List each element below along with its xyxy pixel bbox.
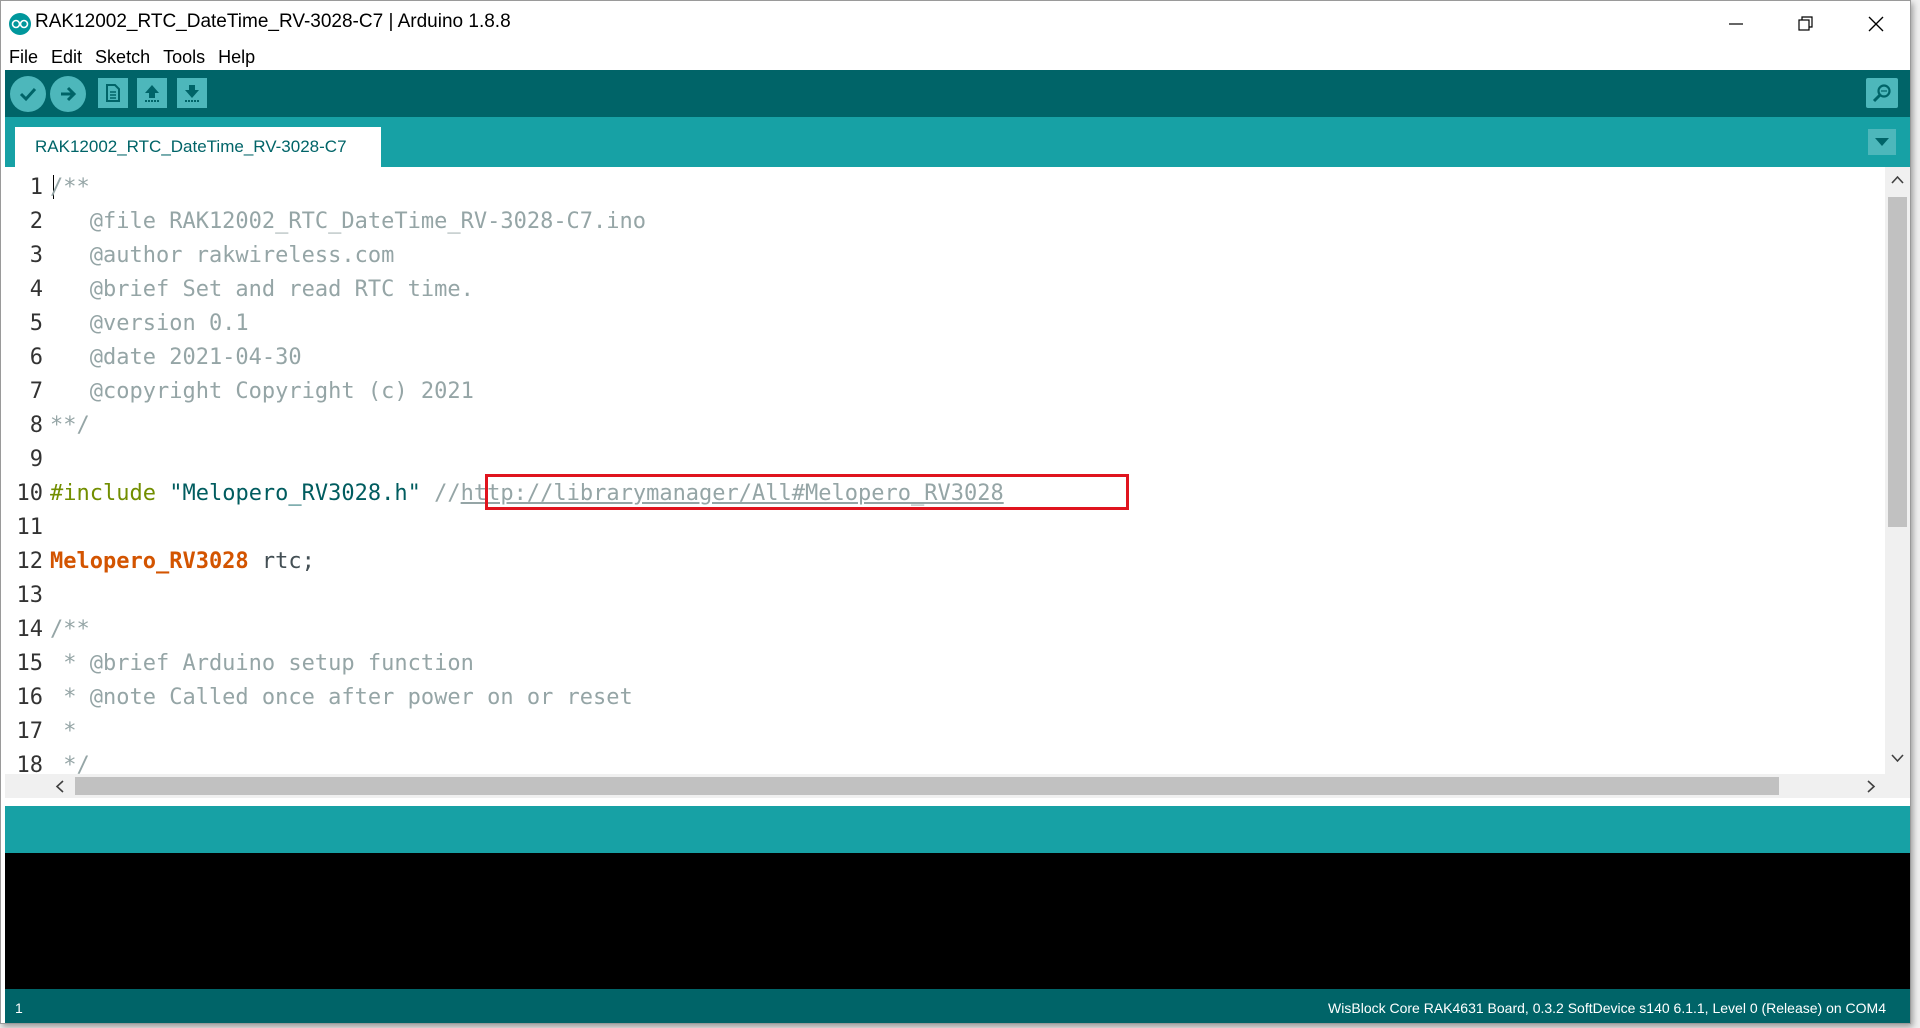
line-number: 11 — [16, 515, 44, 540]
arrow-down-icon — [185, 85, 199, 102]
code-line-18: */ — [50, 753, 90, 774]
menu-help[interactable]: Help — [214, 45, 260, 69]
line-number: 5 — [29, 311, 43, 336]
triangle-down-icon — [1875, 138, 1889, 146]
scroll-up-icon[interactable] — [1891, 175, 1904, 184]
serial-monitor-button[interactable] — [1866, 78, 1898, 108]
arrow-right-icon — [61, 86, 77, 102]
tab-sketch[interactable]: RAK12002_RTC_DateTime_RV-3028-C7 — [15, 127, 381, 167]
line-number: 4 — [29, 277, 43, 302]
code-line-1: /** — [50, 175, 90, 200]
horizontal-scroll-thumb[interactable] — [75, 777, 1779, 795]
comment-prefix: // — [434, 481, 461, 506]
verify-button[interactable] — [10, 76, 46, 112]
line-number: 6 — [29, 345, 43, 370]
title-bar: RAK12002_RTC_DateTime_RV-3028-C7 | Ardui… — [1, 1, 1910, 45]
restore-button[interactable] — [1771, 1, 1841, 45]
console-output[interactable] — [5, 853, 1910, 989]
open-sketch-button[interactable] — [137, 78, 167, 108]
code-line-17: * — [50, 719, 77, 744]
tab-menu-button[interactable] — [1868, 129, 1896, 155]
horizontal-scrollbar[interactable] — [5, 774, 1885, 798]
menu-bar: File Edit Sketch Tools Help — [1, 45, 1910, 69]
vertical-scroll-thumb[interactable] — [1888, 197, 1907, 527]
window-title: RAK12002_RTC_DateTime_RV-3028-C7 | Ardui… — [35, 11, 511, 32]
menu-sketch[interactable]: Sketch — [91, 45, 155, 69]
minimize-button[interactable] — [1701, 1, 1771, 45]
arduino-logo-icon — [9, 13, 31, 35]
arduino-ide-window: RAK12002_RTC_DateTime_RV-3028-C7 | Ardui… — [0, 0, 1911, 1024]
code-line-16: * @note Called once after power on or re… — [50, 685, 633, 710]
include-directive: #include — [50, 481, 156, 506]
code-line-15: * @brief Arduino setup function — [50, 651, 474, 676]
line-number: 14 — [16, 617, 44, 642]
line-number: 2 — [29, 209, 43, 234]
code-line-14: /** — [50, 617, 90, 642]
minimize-icon — [1729, 23, 1743, 25]
line-number: 13 — [16, 583, 44, 608]
line-number: 15 — [16, 651, 44, 676]
footer-status-bar: 1 WisBlock Core RAK4631 Board, 0.3.2 Sof… — [5, 989, 1910, 1023]
toolbar — [5, 70, 1910, 117]
upload-button[interactable] — [50, 76, 86, 112]
vertical-scrollbar[interactable] — [1885, 167, 1910, 774]
line-number: 9 — [29, 447, 43, 472]
new-sketch-button[interactable] — [98, 78, 128, 108]
menu-edit[interactable]: Edit — [47, 45, 87, 69]
line-number: 17 — [16, 719, 44, 744]
new-file-icon — [106, 84, 120, 102]
line-number: 8 — [29, 413, 43, 438]
code-line-8: **/ — [50, 413, 90, 438]
checkmark-icon — [19, 87, 37, 102]
line-number: 7 — [29, 379, 43, 404]
scroll-left-icon[interactable] — [55, 780, 64, 793]
menu-tools[interactable]: Tools — [159, 45, 210, 69]
arrow-up-icon — [145, 85, 159, 102]
line-number: 3 — [29, 243, 43, 268]
scroll-corner — [1885, 774, 1910, 798]
save-sketch-button[interactable] — [177, 78, 207, 108]
line-number: 10 — [16, 481, 44, 506]
menu-file[interactable]: File — [5, 45, 43, 69]
line-number: 12 — [16, 549, 44, 574]
code-line-2: @file RAK12002_RTC_DateTime_RV-3028-C7.i… — [50, 209, 647, 234]
code-editor[interactable]: 1 2 3 4 5 6 7 8 9 10 11 12 13 14 15 16 1… — [5, 167, 1885, 774]
magnifier-icon — [1872, 84, 1891, 103]
line-number: 16 — [16, 685, 44, 710]
line-number: 1 — [29, 175, 43, 200]
tab-bar: RAK12002_RTC_DateTime_RV-3028-C7 — [5, 117, 1910, 167]
restore-icon — [1798, 16, 1813, 31]
code-line-3: @author rakwireless.com — [50, 243, 395, 268]
code-line-4: @brief Set and read RTC time. — [50, 277, 474, 302]
line-number: 18 — [16, 753, 44, 774]
close-button[interactable] — [1841, 1, 1910, 45]
tab-label: RAK12002_RTC_DateTime_RV-3028-C7 — [35, 137, 347, 156]
code-line-6: @date 2021-04-30 — [50, 345, 302, 370]
current-line-number: 1 — [15, 1000, 23, 1016]
scroll-down-icon[interactable] — [1891, 754, 1904, 763]
message-status-bar — [5, 806, 1910, 853]
code-line-5: @version 0.1 — [50, 311, 249, 336]
line-number-gutter: 1 2 3 4 5 6 7 8 9 10 11 12 13 14 15 16 1… — [5, 167, 49, 774]
panel-divider[interactable] — [1, 798, 1910, 806]
class-type: Melopero_RV3028 — [50, 549, 249, 574]
scroll-right-icon[interactable] — [1867, 780, 1876, 793]
include-header-string: "Melopero_RV3028.h" — [169, 481, 421, 506]
code-line-7: @copyright Copyright (c) 2021 — [50, 379, 474, 404]
board-info: WisBlock Core RAK4631 Board, 0.3.2 SoftD… — [1328, 1000, 1886, 1016]
code-line-12: Melopero_RV3028 rtc; — [50, 549, 315, 574]
variable-decl: rtc; — [248, 549, 315, 574]
close-icon — [1868, 16, 1884, 32]
highlight-box — [485, 474, 1129, 510]
